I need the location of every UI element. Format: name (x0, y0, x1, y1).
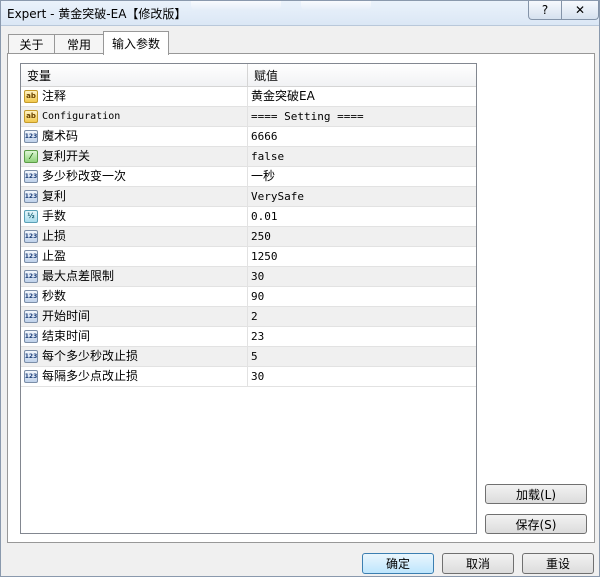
grid-rows: ab 注释 黄金突破EA ab Configuration ==== Setting ==… (21, 87, 476, 387)
variable-value[interactable]: 一秒 (251, 167, 471, 186)
inputs-grid[interactable]: 变量 赋值 ab 注释 黄金突破EA ab Configuration ==== Sett… (20, 63, 477, 534)
tab-inputs[interactable]: 输入参数 (103, 31, 169, 55)
integer-type-icon: 123 (24, 130, 38, 143)
variable-value[interactable]: 1250 (251, 247, 471, 266)
tab-common[interactable]: 常用 (54, 34, 104, 54)
table-row[interactable]: ab 注释 黄金突破EA (21, 87, 476, 107)
variable-value[interactable]: 30 (251, 367, 471, 386)
variable-name: 秒数 (42, 289, 67, 303)
reset-button[interactable]: 重设 (522, 553, 594, 574)
variable-name: 每个多少秒改止损 (42, 349, 139, 363)
double-type-icon: ½ (24, 210, 38, 223)
window-title: Expert - 黄金突破-EA【修改版】 (7, 7, 187, 21)
close-icon: ✕ (574, 3, 586, 17)
table-row[interactable]: ab Configuration ==== Setting ==== (21, 107, 476, 127)
variable-value[interactable]: 0.01 (251, 207, 471, 226)
table-row[interactable]: 123 结束时间 23 (21, 327, 476, 347)
table-row[interactable]: 123 多少秒改变一次 一秒 (21, 167, 476, 187)
variable-value[interactable]: 5 (251, 347, 471, 366)
column-divider (247, 307, 248, 326)
column-divider (247, 227, 248, 246)
table-row[interactable]: 123 每隔多少点改止损 30 (21, 367, 476, 387)
help-icon: ? (541, 3, 549, 17)
integer-type-icon: 123 (24, 250, 38, 263)
column-divider (247, 147, 248, 166)
column-divider (247, 107, 248, 126)
variable-name: 魔术码 (42, 129, 79, 143)
tab-about[interactable]: 关于 (8, 34, 55, 54)
variable-name: 每隔多少点改止损 (42, 369, 139, 383)
integer-type-icon: 123 (24, 170, 38, 183)
column-header-value[interactable]: 赋值 (248, 64, 476, 86)
integer-type-icon: 123 (24, 230, 38, 243)
variable-value[interactable]: 黄金突破EA (251, 87, 471, 106)
column-divider (247, 367, 248, 386)
table-row[interactable]: 123 止损 250 (21, 227, 476, 247)
column-header-variable[interactable]: 变量 (21, 64, 248, 86)
title-bar-glow (191, 1, 281, 11)
integer-type-icon: 123 (24, 190, 38, 203)
cancel-button[interactable]: 取消 (442, 553, 514, 574)
variable-value[interactable]: 23 (251, 327, 471, 346)
boolean-type-icon: ⁄ (24, 150, 38, 163)
title-bar-glow (301, 1, 371, 11)
ok-button[interactable]: 确定 (362, 553, 434, 574)
title-bar[interactable]: Expert - 黄金突破-EA【修改版】 ? ✕ (1, 1, 599, 26)
column-divider (247, 267, 248, 286)
variable-value[interactable]: ==== Setting ==== (251, 107, 471, 126)
integer-type-icon: 123 (24, 350, 38, 363)
variable-value[interactable]: false (251, 147, 471, 166)
variable-value[interactable]: 250 (251, 227, 471, 246)
variable-name: 复利开关 (42, 149, 91, 163)
table-row[interactable]: 123 最大点差限制 30 (21, 267, 476, 287)
variable-name: Configuration (42, 111, 121, 122)
variable-value[interactable]: 30 (251, 267, 471, 286)
string-type-icon: ab (24, 90, 38, 103)
close-button[interactable]: ✕ (561, 1, 599, 20)
integer-type-icon: 123 (24, 310, 38, 323)
integer-type-icon: 123 (24, 370, 38, 383)
variable-value[interactable]: 90 (251, 287, 471, 306)
variable-value[interactable]: 2 (251, 307, 471, 326)
column-divider (247, 247, 248, 266)
expert-properties-dialog: Expert - 黄金突破-EA【修改版】 ? ✕ 关于 常用 输入参数 变量 … (0, 0, 600, 577)
integer-type-icon: 123 (24, 290, 38, 303)
column-divider (247, 87, 248, 106)
column-divider (247, 127, 248, 146)
variable-name: 复利 (42, 189, 67, 203)
variable-name: 多少秒改变一次 (42, 169, 127, 183)
variable-name: 最大点差限制 (42, 269, 115, 283)
table-row[interactable]: 123 魔术码 6666 (21, 127, 476, 147)
variable-name: 开始时间 (42, 309, 91, 323)
load-button[interactable]: 加载(L) (485, 484, 587, 504)
variable-value[interactable]: 6666 (251, 127, 471, 146)
table-row[interactable]: 123 复利 VerySafe (21, 187, 476, 207)
variable-name: 止盈 (42, 249, 67, 263)
grid-header: 变量 赋值 (21, 64, 476, 87)
column-divider (247, 347, 248, 366)
save-button[interactable]: 保存(S) (485, 514, 587, 534)
variable-name: 注释 (42, 89, 67, 103)
integer-type-icon: 123 (24, 270, 38, 283)
table-row[interactable]: 123 秒数 90 (21, 287, 476, 307)
variable-name: 止损 (42, 229, 67, 243)
table-row[interactable]: ½ 手数 0.01 (21, 207, 476, 227)
column-divider (247, 287, 248, 306)
column-divider (247, 167, 248, 186)
table-row[interactable]: 123 止盈 1250 (21, 247, 476, 267)
table-row[interactable]: 123 开始时间 2 (21, 307, 476, 327)
column-divider (247, 187, 248, 206)
variable-name: 手数 (42, 209, 67, 223)
variable-name: 结束时间 (42, 329, 91, 343)
table-row[interactable]: ⁄ 复利开关 false (21, 147, 476, 167)
column-divider (247, 327, 248, 346)
table-row[interactable]: 123 每个多少秒改止损 5 (21, 347, 476, 367)
integer-type-icon: 123 (24, 330, 38, 343)
variable-value[interactable]: VerySafe (251, 187, 471, 206)
column-divider (247, 207, 248, 226)
help-button[interactable]: ? (528, 1, 562, 20)
string-type-icon: ab (24, 110, 38, 123)
